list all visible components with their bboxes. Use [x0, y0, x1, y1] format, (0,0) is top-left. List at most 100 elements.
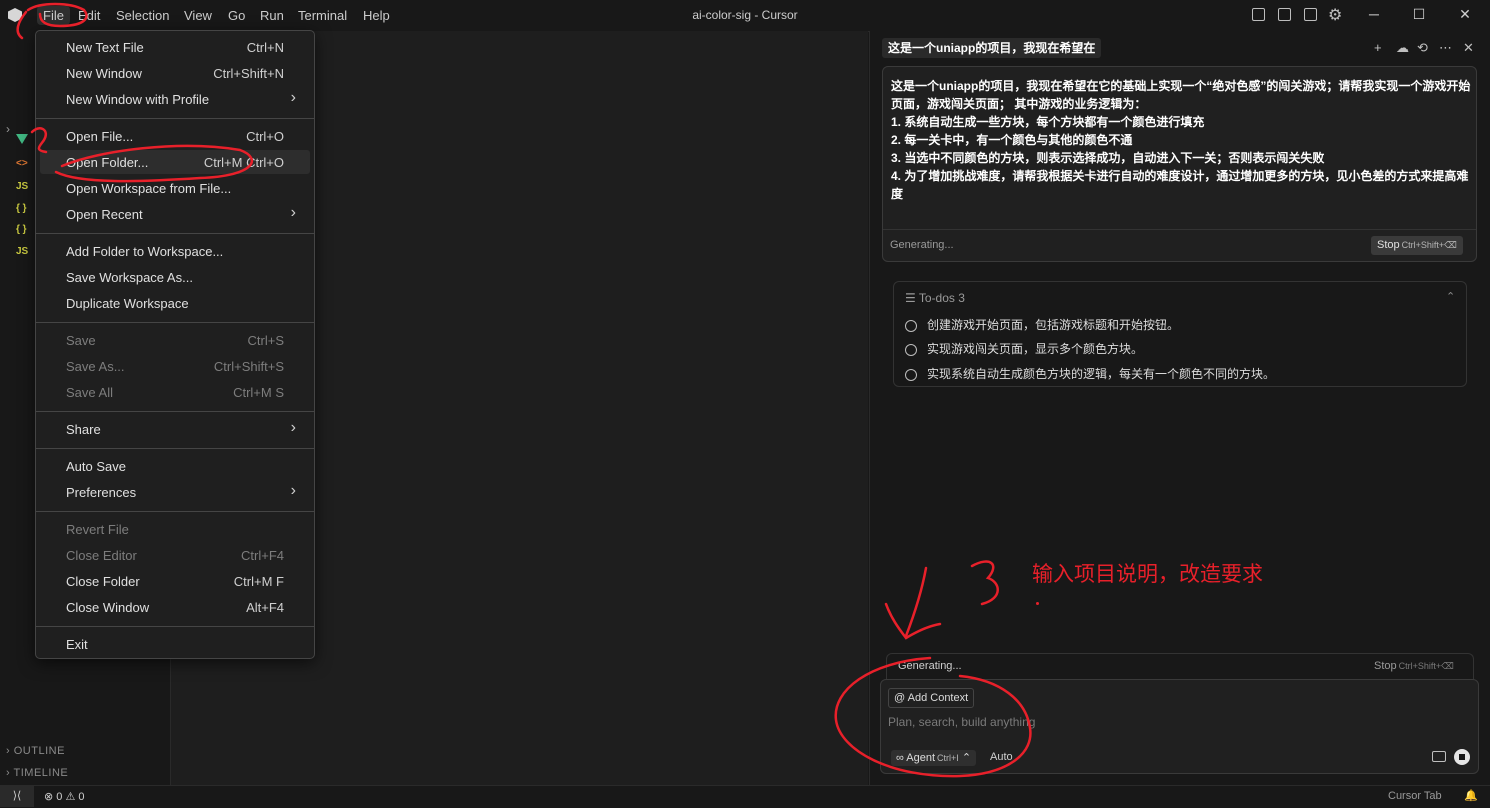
- menu-item-shortcut: Ctrl+M Ctrl+O: [203, 155, 284, 170]
- menu-separator: [36, 411, 314, 412]
- file-menu: New Text File Ctrl+N New Window Ctrl+Shift+…: [35, 30, 315, 659]
- toggle-primary-sidebar-icon[interactable]: [1252, 8, 1265, 21]
- toggle-panel-icon[interactable]: [1278, 8, 1291, 21]
- menu-item-shortcut: Ctrl+M S: [233, 385, 284, 400]
- stop-button[interactable]: Stop Ctrl+Shift+⌫: [1374, 660, 1454, 672]
- menu-item-new-window[interactable]: New Window Ctrl+Shift+N: [40, 61, 310, 85]
- menu-item-open-recent[interactable]: Open Recent ›: [40, 202, 310, 226]
- menu-separator: [36, 322, 314, 323]
- html-file-icon[interactable]: <>: [16, 158, 28, 169]
- prompt-line: 1. 系统自动生成一些方块，每个方块都有一个颜色进行填充: [891, 115, 1205, 129]
- menu-item-exit[interactable]: Exit: [40, 632, 310, 656]
- todo-item[interactable]: 实现游戏闯关页面，显示多个颜色方块。: [905, 340, 1143, 357]
- collapse-chevron-icon[interactable]: ⌃: [1446, 290, 1455, 303]
- prompt-line: 2. 每一关卡中，有一个颜色与其他的颜色不通: [891, 133, 1133, 147]
- menu-item-label: Close Window: [66, 600, 150, 615]
- toggle-secondary-sidebar-icon[interactable]: [1304, 8, 1317, 21]
- window-title: ai-color-sig - Cursor: [692, 8, 798, 22]
- menu-item-save-all[interactable]: Save All Ctrl+M S: [40, 380, 310, 404]
- menu-item-label: Auto Save: [66, 459, 126, 474]
- remote-icon[interactable]: ⟩⟨: [0, 786, 34, 807]
- menu-item-label: Add Folder to Workspace...: [66, 244, 224, 259]
- outline-section[interactable]: › OUTLINE: [6, 745, 65, 757]
- problems-indicator[interactable]: ⊗ 0 ⚠ 0: [44, 790, 84, 803]
- submenu-chevron-icon: ›: [290, 89, 296, 106]
- menu-item-close-window[interactable]: Close Window Alt+F4: [40, 595, 310, 619]
- menu-item-auto-save[interactable]: Auto Save: [40, 454, 310, 478]
- menu-item-label: Duplicate Workspace: [66, 296, 189, 311]
- todo-checkbox-icon[interactable]: [905, 368, 917, 381]
- annotation-dot: [1036, 602, 1039, 605]
- prompt-line: 3. 当选中不同颜色的方块，则表示选择成功，自动进入下一关；否则表示闯关失败: [891, 151, 1325, 165]
- stop-generation-button[interactable]: [1454, 749, 1470, 765]
- json-file-icon[interactable]: { }: [16, 224, 27, 235]
- menu-separator: [36, 233, 314, 234]
- cursor-tab-status[interactable]: Cursor Tab: [1388, 790, 1442, 802]
- todo-item[interactable]: 实现系统自动生成颜色方块的逻辑，每关有一个颜色不同的方块。: [905, 365, 1275, 382]
- json-file-icon[interactable]: { }: [16, 203, 27, 214]
- menu-item-label: Open File...: [66, 129, 134, 144]
- menu-item-revert-file[interactable]: Revert File: [40, 517, 310, 541]
- stop-shortcut: Ctrl+Shift+⌫: [1398, 661, 1454, 671]
- history-icon[interactable]: ⟲: [1417, 40, 1428, 56]
- menu-item-label: Open Folder...: [66, 155, 149, 170]
- menu-item-open-folder[interactable]: Open Folder... Ctrl+M Ctrl+O: [40, 150, 310, 174]
- chat-tab[interactable]: 这是一个uniapp的项目，我现在希望在: [882, 38, 1102, 58]
- vue-file-icon[interactable]: [16, 134, 28, 144]
- minimize-button[interactable]: ─: [1359, 6, 1389, 22]
- timeline-section[interactable]: › TIMELINE: [6, 767, 68, 779]
- agent-mode-select[interactable]: ∞ Agent Ctrl+I ⌃: [891, 750, 977, 766]
- menu-item-label: Preferences: [66, 485, 137, 500]
- close-window-button[interactable]: ✕: [1450, 6, 1480, 23]
- add-context-label: Add Context: [907, 692, 969, 704]
- menu-item-label: Save Workspace As...: [66, 270, 193, 285]
- stop-button[interactable]: Stop Ctrl+Shift+⌫: [1371, 236, 1463, 255]
- chevron-right-icon[interactable]: ›: [6, 122, 10, 136]
- add-context-button[interactable]: @ Add Context: [888, 688, 975, 708]
- menu-item-close-editor[interactable]: Close Editor Ctrl+F4: [40, 543, 310, 567]
- menu-item-save-as[interactable]: Save As... Ctrl+Shift+S: [40, 354, 310, 378]
- menu-item-preferences[interactable]: Preferences ›: [40, 480, 310, 504]
- todo-item[interactable]: 创建游戏开始页面，包括游戏标题和开始按钮。: [905, 316, 1179, 333]
- maximize-button[interactable]: ☐: [1404, 6, 1434, 23]
- menu-item-shortcut: Ctrl+F4: [241, 548, 284, 563]
- menu-item-add-folder-to-workspace[interactable]: Add Folder to Workspace...: [40, 239, 310, 263]
- menu-item-save[interactable]: Save Ctrl+S: [40, 328, 310, 352]
- menu-item-label: Close Editor: [66, 548, 137, 563]
- menu-item-label: Close Folder: [66, 574, 140, 589]
- todos-header[interactable]: ☰ To-dos 3: [905, 291, 965, 305]
- cloud-icon[interactable]: ☁: [1396, 40, 1409, 56]
- user-prompt-message[interactable]: 这是一个uniapp的项目，我现在希望在它的基础上实现一个“绝对色感”的闯关游戏…: [882, 66, 1477, 262]
- todo-label: 实现游戏闯关页面，显示多个颜色方块。: [927, 342, 1144, 356]
- menu-item-shortcut: Ctrl+N: [246, 40, 284, 55]
- menu-item-label: Revert File: [66, 522, 129, 537]
- model-select[interactable]: Auto: [990, 751, 1013, 763]
- submenu-chevron-icon: ›: [290, 419, 296, 436]
- menu-item-shortcut: Ctrl+S: [247, 333, 284, 348]
- menu-item-open-file[interactable]: Open File... Ctrl+O: [40, 124, 310, 148]
- menu-item-new-window-with-profile[interactable]: New Window with Profile ›: [40, 87, 310, 111]
- menu-item-save-workspace-as[interactable]: Save Workspace As...: [40, 265, 310, 289]
- menu-item-shortcut: Ctrl+Shift+N: [213, 66, 284, 81]
- generating-status: Generating...: [898, 660, 962, 672]
- todo-checkbox-icon[interactable]: [905, 343, 917, 356]
- js-file-icon[interactable]: JS: [16, 246, 28, 257]
- chat-input[interactable]: [888, 712, 1448, 732]
- more-options-icon[interactable]: ⋯: [1439, 40, 1452, 56]
- stop-label: Stop: [1377, 239, 1400, 251]
- menu-item-new-text-file[interactable]: New Text File Ctrl+N: [40, 35, 310, 59]
- new-chat-icon[interactable]: +: [1374, 40, 1382, 55]
- menu-item-duplicate-workspace[interactable]: Duplicate Workspace: [40, 291, 310, 315]
- menu-item-close-folder[interactable]: Close Folder Ctrl+M F: [40, 569, 310, 593]
- menu-item-share[interactable]: Share ›: [40, 417, 310, 441]
- at-icon: @: [894, 692, 906, 704]
- js-file-icon[interactable]: JS: [16, 181, 28, 192]
- menu-item-open-workspace-from-file[interactable]: Open Workspace from File...: [40, 176, 310, 200]
- image-attach-icon[interactable]: [1432, 751, 1446, 762]
- close-chat-icon[interactable]: ✕: [1463, 40, 1474, 56]
- agent-label: Agent: [906, 752, 936, 764]
- settings-gear-icon[interactable]: ⚙: [1328, 5, 1342, 25]
- menu-item-label: Open Recent: [66, 207, 143, 222]
- bell-icon[interactable]: 🔔: [1464, 789, 1478, 802]
- todo-checkbox-icon[interactable]: [905, 319, 917, 332]
